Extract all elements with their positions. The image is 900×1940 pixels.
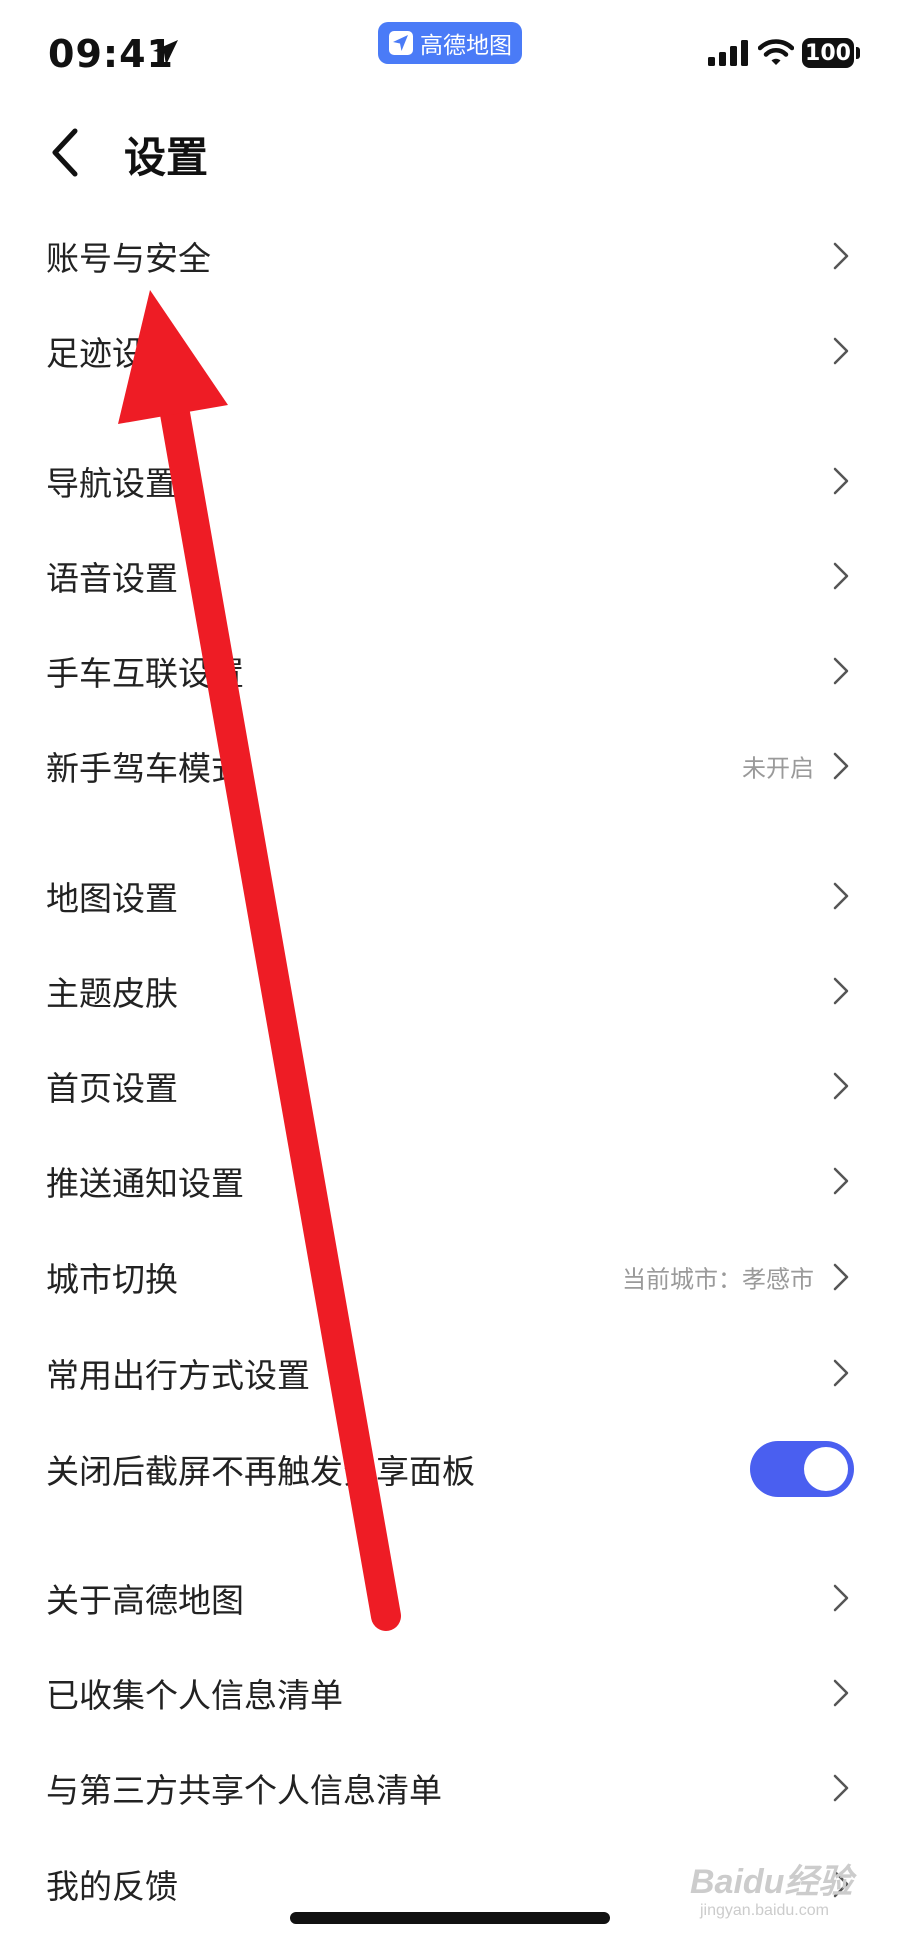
back-chevron-icon[interactable] [45,125,85,180]
back-to-app-pill[interactable]: 高德地图 [378,22,522,64]
settings-item-account-security[interactable]: 账号与安全 [0,216,900,296]
chevron-right-icon [833,1359,849,1387]
settings-item-footprint[interactable]: 足迹设置 [0,311,900,391]
battery-tip [856,47,860,59]
chevron-right-icon [833,242,849,270]
status-bar: 09:41 高德地图 100 [0,0,900,105]
chevron-right-icon [833,562,849,590]
toggle-knob [804,1447,848,1491]
settings-item-about-amap[interactable]: 关于高德地图 [0,1558,900,1638]
chevron-right-icon [833,1584,849,1612]
chevron-right-icon [833,1774,849,1802]
page-title: 设置 [124,133,209,182]
chevron-right-icon [833,1167,849,1195]
settings-item-collected-info[interactable]: 已收集个人信息清单 [0,1653,900,1733]
app-pill-label: 高德地图 [420,33,512,59]
settings-item-label: 常用出行方式设置 [46,1356,310,1395]
settings-item-label: 账号与安全 [46,239,211,278]
chevron-right-icon [833,657,849,685]
settings-item-push-notifications[interactable]: 推送通知设置 [0,1141,900,1221]
settings-item-label: 主题皮肤 [46,974,178,1013]
settings-item-home-page[interactable]: 首页设置 [0,1046,900,1126]
settings-item-label: 关闭后截屏不再触发分享面板 [46,1452,475,1491]
baidu-jingyan-watermark: Baidu经验 jingyan.baidu.com [690,1850,870,1930]
screenshot-share-toggle[interactable] [750,1441,854,1497]
cellular-signal-icon [708,40,748,66]
settings-item-city-switch[interactable]: 城市切换 当前城市：孝感市 [0,1237,900,1317]
settings-item-map[interactable]: 地图设置 [0,856,900,936]
settings-item-screenshot-share: 关闭后截屏不再触发分享面板 [0,1429,900,1509]
watermark-sub: jingyan.baidu.com [700,1902,829,1919]
chevron-right-icon [833,337,849,365]
settings-item-voice[interactable]: 语音设置 [0,536,900,616]
wifi-icon [758,39,794,65]
settings-item-label: 地图设置 [46,879,178,918]
battery-level: 100 [805,40,851,66]
settings-screen: 09:41 高德地图 100 设置 账号与安全 足迹设置 导航设置 语音设置 手… [0,0,900,1940]
chevron-right-icon [833,1679,849,1707]
settings-item-label: 手车互联设置 [46,654,244,693]
settings-item-travel-mode[interactable]: 常用出行方式设置 [0,1333,900,1413]
settings-item-label: 首页设置 [46,1069,178,1108]
settings-item-value: 当前城市：孝感市 [622,1265,814,1294]
location-arrow-icon [153,40,178,65]
battery-indicator: 100 [802,38,854,68]
settings-item-label: 足迹设置 [46,334,178,373]
settings-item-label: 语音设置 [46,559,178,598]
settings-item-value: 未开启 [742,754,814,783]
settings-item-label: 推送通知设置 [46,1164,244,1203]
settings-item-navigation[interactable]: 导航设置 [0,441,900,521]
settings-item-theme-skin[interactable]: 主题皮肤 [0,951,900,1031]
watermark-brand: Baidu经验 [690,1863,853,1901]
settings-item-label: 关于高德地图 [46,1581,244,1620]
chevron-right-icon [833,882,849,910]
settings-item-label: 与第三方共享个人信息清单 [46,1771,442,1810]
chevron-right-icon [833,752,849,780]
chevron-right-icon [833,977,849,1005]
settings-item-label: 已收集个人信息清单 [46,1676,343,1715]
settings-item-label: 新手驾车模式 [46,749,244,788]
settings-item-third-party-info[interactable]: 与第三方共享个人信息清单 [0,1748,900,1828]
settings-item-phone-car-link[interactable]: 手车互联设置 [0,631,900,711]
settings-item-label: 我的反馈 [46,1867,178,1906]
settings-item-novice-driving[interactable]: 新手驾车模式 未开启 [0,726,900,806]
chevron-right-icon [833,1263,849,1291]
chevron-right-icon [833,467,849,495]
chevron-right-icon [833,1072,849,1100]
settings-item-label: 城市切换 [46,1260,178,1299]
home-indicator[interactable] [290,1912,610,1924]
settings-item-label: 导航设置 [46,464,178,503]
amap-logo-icon [389,31,413,55]
